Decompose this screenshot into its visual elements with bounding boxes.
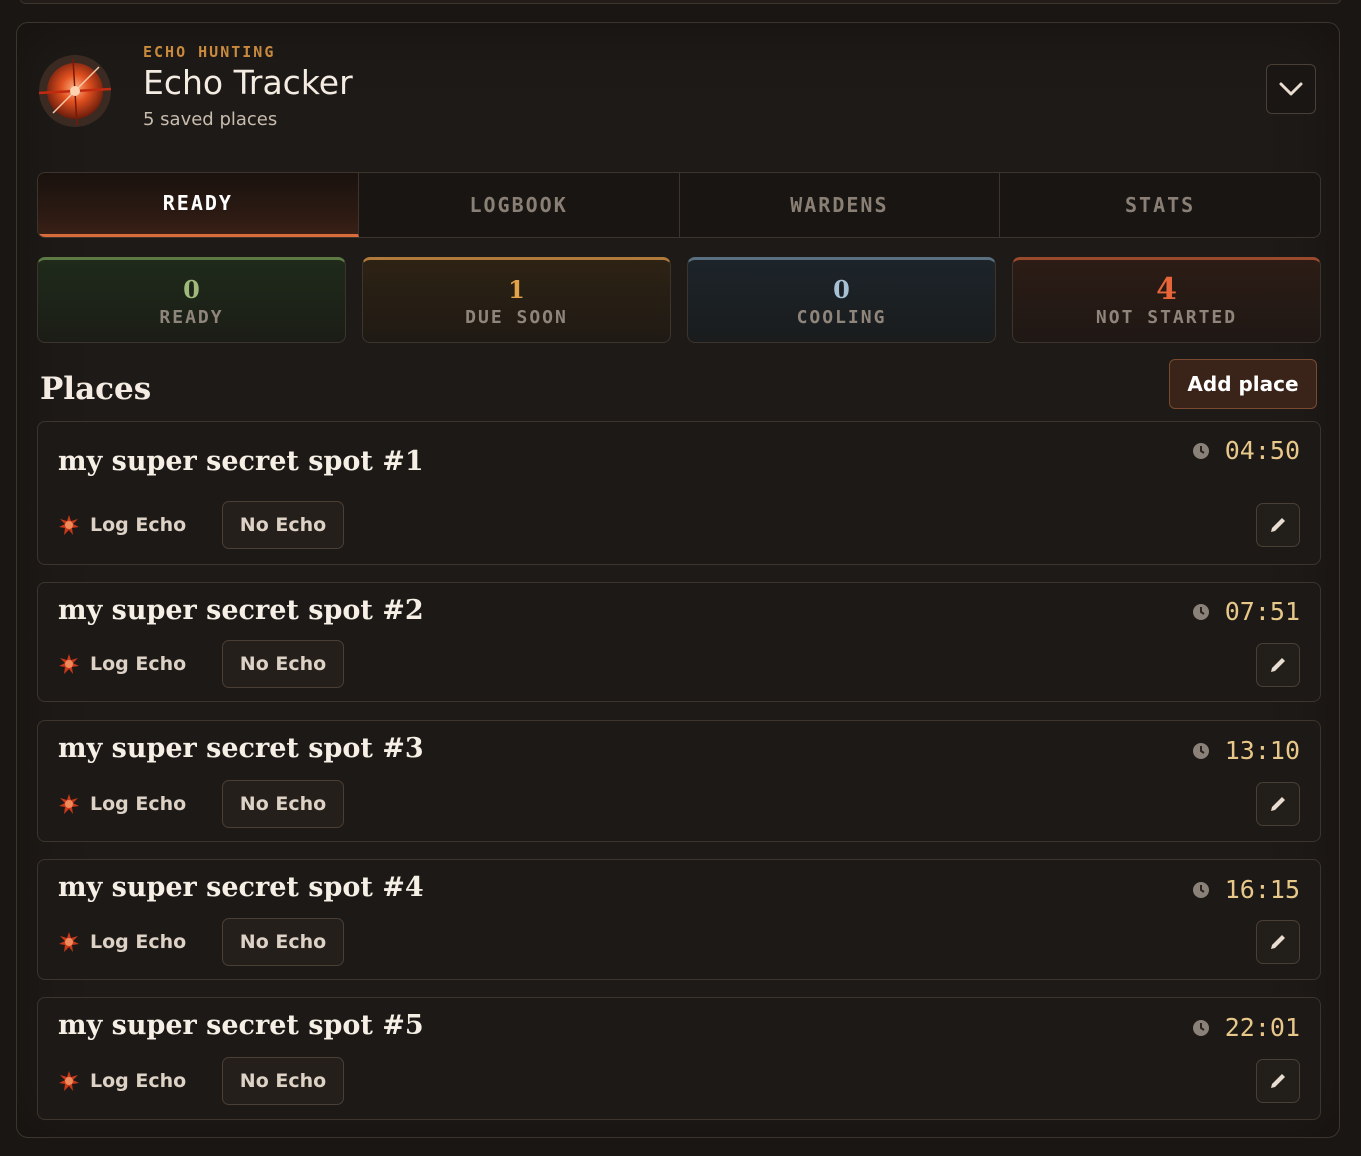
no-echo-button[interactable]: No Echo [222, 640, 344, 688]
log-echo-label: Log Echo [90, 1070, 187, 1092]
stat-cooling-label: COOLING [796, 306, 887, 328]
place-timer: 22:01 [1191, 1013, 1300, 1042]
place-timer: 04:50 [1191, 436, 1300, 465]
clock-icon [1192, 603, 1209, 620]
edit-place-button[interactable] [1256, 503, 1300, 547]
stat-not-started-label: NOT STARTED [1095, 306, 1238, 328]
edit-place-button[interactable] [1256, 1059, 1300, 1103]
stat-ready-card[interactable]: 0 READY [37, 257, 346, 343]
chevron-down-icon [1279, 82, 1303, 96]
collapse-button[interactable] [1266, 64, 1316, 114]
saved-places-count: 5 saved places [143, 109, 278, 130]
place-timer: 16:15 [1191, 875, 1300, 904]
pencil-icon [1271, 518, 1285, 532]
log-echo-button[interactable]: Log Echo [58, 919, 186, 965]
stat-due-soon-count: 1 [508, 274, 525, 304]
no-echo-button[interactable]: No Echo [222, 780, 344, 828]
stat-cooling-card[interactable]: 0 COOLING [687, 257, 996, 343]
tab-stats[interactable]: STATS [1000, 173, 1320, 237]
place-name: my super secret spot #3 [58, 733, 424, 764]
place-name: my super secret spot #1 [58, 446, 424, 477]
edit-place-button[interactable] [1256, 643, 1300, 687]
place-card: my super secret spot #1 04:50 Log Echo N… [37, 421, 1321, 565]
echo-burst-icon [59, 932, 79, 952]
stat-due-soon-card[interactable]: 1 DUE SOON [362, 257, 671, 343]
pencil-icon [1271, 658, 1285, 672]
clock-icon [1192, 1019, 1209, 1036]
no-echo-button[interactable]: No Echo [222, 501, 344, 549]
place-name: my super secret spot #4 [58, 872, 424, 903]
echo-compass-icon [38, 55, 112, 127]
places-heading: Places [40, 371, 152, 407]
stat-ready-count: 0 [183, 274, 200, 304]
log-echo-label: Log Echo [90, 931, 187, 953]
echo-tracker-panel: ECHO HUNTING Echo Tracker 5 saved places… [16, 22, 1340, 1138]
stat-not-started-count: 4 [1156, 271, 1177, 307]
place-name: my super secret spot #2 [58, 595, 424, 626]
pencil-icon [1271, 935, 1285, 949]
log-echo-label: Log Echo [90, 514, 187, 536]
stat-cooling-count: 0 [833, 274, 850, 304]
place-name: my super secret spot #5 [58, 1010, 424, 1041]
clock-icon [1192, 742, 1209, 759]
app-eyebrow: ECHO HUNTING [143, 43, 276, 61]
place-card: my super secret spot #3 13:10 Log Echo N… [37, 720, 1321, 842]
echo-burst-icon [59, 654, 79, 674]
timer-value: 13:10 [1224, 736, 1300, 765]
edit-place-button[interactable] [1256, 782, 1300, 826]
stat-ready-label: READY [159, 306, 224, 328]
log-echo-button[interactable]: Log Echo [58, 1058, 186, 1104]
place-timer: 07:51 [1191, 597, 1300, 626]
log-echo-label: Log Echo [90, 793, 187, 815]
clock-icon [1192, 442, 1209, 459]
edit-place-button[interactable] [1256, 920, 1300, 964]
timer-value: 16:15 [1224, 875, 1300, 904]
status-summary: 0 READY 1 DUE SOON 0 COOLING 4 NOT START… [37, 257, 1321, 343]
tab-bar: READY LOGBOOK WARDENS STATS [37, 172, 1321, 238]
tab-ready[interactable]: READY [38, 173, 359, 237]
timer-value: 07:51 [1224, 597, 1300, 626]
tab-wardens[interactable]: WARDENS [680, 173, 1001, 237]
place-card: my super secret spot #5 22:01 Log Echo N… [37, 997, 1321, 1120]
add-place-button[interactable]: Add place [1169, 359, 1317, 409]
echo-burst-icon [59, 1071, 79, 1091]
timer-value: 04:50 [1224, 436, 1300, 465]
stat-due-soon-label: DUE SOON [465, 306, 568, 328]
pencil-icon [1271, 1074, 1285, 1088]
echo-burst-icon [59, 515, 79, 535]
stat-not-started-card[interactable]: 4 NOT STARTED [1012, 257, 1321, 343]
log-echo-label: Log Echo [90, 653, 187, 675]
pencil-icon [1271, 797, 1285, 811]
timer-value: 22:01 [1224, 1013, 1300, 1042]
no-echo-button[interactable]: No Echo [222, 1057, 344, 1105]
no-echo-button[interactable]: No Echo [222, 918, 344, 966]
log-echo-button[interactable]: Log Echo [58, 641, 186, 687]
echo-burst-icon [59, 794, 79, 814]
place-card: my super secret spot #4 16:15 Log Echo N… [37, 859, 1321, 980]
log-echo-button[interactable]: Log Echo [58, 781, 186, 827]
previous-panel-edge [20, 0, 1341, 4]
place-card: my super secret spot #2 07:51 Log Echo N… [37, 582, 1321, 702]
place-timer: 13:10 [1191, 736, 1300, 765]
app-title: Echo Tracker [143, 63, 353, 102]
clock-icon [1192, 881, 1209, 898]
tab-logbook[interactable]: LOGBOOK [359, 173, 680, 237]
log-echo-button[interactable]: Log Echo [58, 502, 186, 548]
